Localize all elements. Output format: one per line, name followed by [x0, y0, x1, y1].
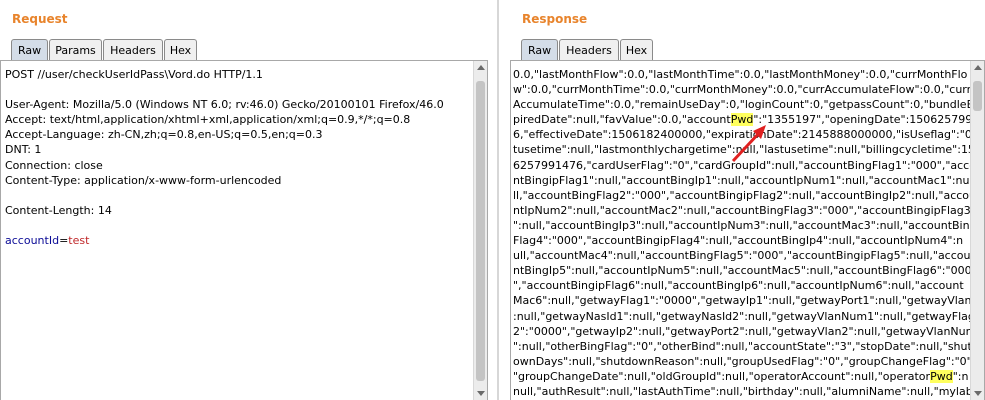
request-tab-raw[interactable]: Raw	[11, 39, 48, 60]
response-line: 2":"0000","getwayIp2":null,"getwayPort2"…	[513, 324, 984, 338]
response-raw-text: 0.0,"lastMonthFlow":0.0,"lastMonthTime":…	[513, 67, 984, 399]
param-equals: =	[59, 234, 69, 248]
annotation-arrow-shaft	[731, 130, 762, 163]
request-line: User-Agent: Mozilla/5.0 (Windows NT 6.0;…	[5, 98, 444, 112]
scroll-down-arrow-icon[interactable]	[477, 391, 485, 396]
response-pane: Response Raw Headers Hex 0.0,"lastMonthF…	[510, 0, 985, 400]
request-line: Content-Type: application/x-www-form-url…	[5, 173, 282, 187]
request-tabs: Raw Params Headers Hex	[11, 39, 198, 60]
request-line: Accept-Language: zh-CN,zh;q=0.8,en-US;q=…	[5, 128, 323, 142]
request-body-param: accountId=test	[5, 233, 444, 248]
param-key: accountId	[5, 234, 60, 248]
request-line: Connection: close	[5, 158, 103, 172]
response-line: null,"authResult":null,"lastAuthTime":nu…	[513, 384, 983, 398]
request-tab-headers[interactable]: Headers	[103, 39, 163, 60]
response-scrollbar[interactable]	[970, 61, 984, 400]
response-line: ll,"accountBingFlag2":"000","accountBing…	[513, 188, 977, 202]
request-line	[5, 82, 444, 97]
request-tab-params[interactable]: Params	[49, 39, 102, 60]
request-line: DNT: 1	[5, 143, 42, 157]
response-line: :null,"getwayNasId1":null,"getwayNasId2"…	[513, 309, 975, 323]
scroll-down-arrow-icon[interactable]	[974, 391, 982, 396]
response-line: ","accountBingipFlag6":null,"accountBing…	[513, 279, 964, 293]
request-tab-hex[interactable]: Hex	[164, 39, 197, 60]
annotation-arrow-icon	[731, 125, 766, 163]
response-scroll-thumb[interactable]	[973, 81, 982, 111]
response-line: ntIpNum2":null,"accountMac2":null,"accou…	[513, 203, 971, 217]
request-scrollbar[interactable]	[473, 61, 487, 400]
request-pane: Request Raw Params Headers Hex POST //us…	[0, 0, 492, 400]
scroll-up-arrow-icon[interactable]	[477, 65, 485, 70]
request-line: POST //user/checkUserIdPass\Vord.do HTTP…	[5, 68, 263, 81]
response-line: w":0.0,"currMonthTime":0.0,"currMonthMon…	[513, 83, 972, 97]
pane-splitter[interactable]	[497, 0, 499, 400]
response-tab-raw[interactable]: Raw	[521, 39, 558, 60]
response-raw-viewer[interactable]: 0.0,"lastMonthFlow":0.0,"lastMonthTime":…	[510, 60, 985, 400]
scroll-up-arrow-icon[interactable]	[974, 65, 982, 70]
response-line: "groupChangeDate":null,"oldGroupId":null…	[513, 369, 969, 383]
response-tab-headers[interactable]: Headers	[559, 39, 619, 60]
response-line: AccumulateTime":0.0,"remainUseDay":0,"lo…	[513, 98, 981, 112]
request-scroll-thumb[interactable]	[476, 81, 485, 381]
response-title: Response	[522, 12, 588, 26]
response-line: ":null,"accountBingIp3":null,"accountIpN…	[513, 218, 977, 232]
response-line: Flag4":"000","accountBingipFlag4":null,"…	[513, 234, 964, 248]
response-line: 0.0,"lastMonthFlow":0.0,"lastMonthTime":…	[513, 68, 968, 81]
response-line: ntBingipFlag1":null,"accountBingIp1":nul…	[513, 173, 970, 187]
request-line: Content-Length: 14	[5, 203, 112, 217]
request-raw-editor[interactable]: POST //user/checkUserIdPass\Vord.do HTTP…	[0, 60, 488, 400]
request-title: Request	[12, 12, 68, 26]
response-line: Mac6":null,"getwayFlag1":"0000","getwayI…	[513, 294, 984, 308]
response-line: ntBingIp5":null,"accountIpNum5":null,"ac…	[513, 264, 972, 278]
request-line	[5, 218, 444, 233]
response-line: ":null,"otherBingFlag":"0","otherBind":n…	[513, 339, 979, 353]
search-highlight: Pwd	[930, 369, 953, 383]
request-line	[5, 188, 444, 203]
response-line: ull,"accountMac4":null,"accountBingFlag5…	[513, 249, 971, 263]
response-line: ownDays":null,"shutdownReason":null,"gro…	[513, 354, 976, 368]
request-line: Accept: text/html,application/xhtml+xml,…	[5, 113, 411, 127]
response-tabs: Raw Headers Hex	[521, 39, 654, 60]
request-raw-text: POST //user/checkUserIdPass\Vord.do HTTP…	[5, 67, 444, 248]
param-value: test	[68, 234, 90, 248]
response-tab-hex[interactable]: Hex	[620, 39, 653, 60]
